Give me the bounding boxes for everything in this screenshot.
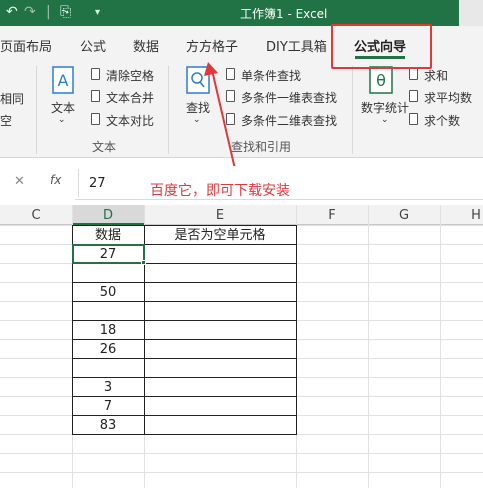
table-border <box>72 225 297 226</box>
title-bar: ↶ ↷ | ⎘ ▾ 工作簿1 - Excel <box>0 0 483 26</box>
tab-data[interactable]: 数据 <box>133 36 159 55</box>
separator-icon: | <box>46 4 51 20</box>
table-border <box>72 339 297 340</box>
column-header-c[interactable]: C <box>0 208 72 223</box>
table-cell[interactable]: 83 <box>72 416 144 435</box>
highlight-box <box>331 24 432 69</box>
table-header-data[interactable]: 数据 <box>72 226 144 245</box>
selected-cell[interactable] <box>72 244 145 264</box>
table-border <box>72 415 297 416</box>
annotation-text: 百度它，即可下载安装 <box>150 183 290 199</box>
text-button-label: 文本 <box>51 101 76 115</box>
pdf-icon[interactable]: ⎘ <box>60 4 71 20</box>
tab-diy-toolbox[interactable]: DIY工具箱 <box>266 36 327 55</box>
theta-icon: θ <box>369 66 393 94</box>
fill-handle[interactable] <box>141 260 146 265</box>
gridline <box>0 453 483 454</box>
account-area[interactable] <box>459 0 483 26</box>
group-separator <box>352 66 353 154</box>
table-border <box>72 434 297 435</box>
table-cell[interactable]: 50 <box>72 283 144 302</box>
table-cell[interactable]: 26 <box>72 340 144 359</box>
average-button[interactable]: 求平均数 <box>424 89 472 106</box>
column-header-d[interactable]: D <box>72 208 144 223</box>
text-merge-button[interactable]: 文本合并 <box>106 89 154 106</box>
table-border <box>72 377 297 378</box>
tab-fangfang[interactable]: 方方格子 <box>186 36 238 55</box>
table-cell[interactable]: 18 <box>72 321 144 340</box>
tab-formulas[interactable]: 公式 <box>80 36 106 55</box>
undo-icon[interactable]: ↶ <box>6 4 18 20</box>
chevron-down-icon: ⌄ <box>58 115 66 125</box>
gridline <box>440 205 441 488</box>
formula-controls: ✕ fx <box>0 166 75 200</box>
table-border <box>72 396 297 397</box>
number-stats-label: 数字统计 <box>361 101 410 115</box>
sum-button[interactable]: 求和 <box>424 67 448 84</box>
window-title: 工作簿1 - Excel <box>240 7 328 21</box>
table-cell[interactable] <box>72 359 144 378</box>
table-border <box>72 320 297 321</box>
table-border <box>72 301 297 302</box>
column-header-h[interactable]: H <box>440 208 483 223</box>
column-header-g[interactable]: G <box>368 208 440 223</box>
fx-icon[interactable]: fx <box>50 173 61 187</box>
table-header-is-empty[interactable]: 是否为空单元格 <box>144 226 296 245</box>
table-cell[interactable] <box>72 264 144 283</box>
table-cell[interactable] <box>72 302 144 321</box>
formula-value: 27 <box>89 176 106 191</box>
column-header-e[interactable]: E <box>144 208 296 223</box>
svg-text:θ: θ <box>376 71 386 90</box>
tab-page-layout[interactable]: 页面布局 <box>0 36 52 55</box>
sum-icon <box>409 68 418 80</box>
partial-label-1: 相同 <box>0 92 25 106</box>
group-separator <box>36 66 37 154</box>
table-border <box>72 282 297 283</box>
gridline <box>0 472 483 473</box>
text-a-icon: A <box>52 66 74 94</box>
chevron-down-icon: ⌄ <box>381 115 389 125</box>
table-border <box>72 358 297 359</box>
text-compare-button[interactable]: 文本对比 <box>106 112 154 129</box>
text-merge-icon <box>91 90 100 102</box>
table-cell[interactable]: 3 <box>72 378 144 397</box>
average-icon <box>409 90 418 102</box>
count-icon <box>409 113 418 125</box>
svg-text:A: A <box>58 71 69 90</box>
partial-label-2: 空 <box>0 114 13 128</box>
text-group-label: 文本 <box>92 140 117 154</box>
clear-spaces-button[interactable]: 清除空格 <box>106 67 154 84</box>
table-cell[interactable]: 7 <box>72 397 144 416</box>
redo-icon[interactable]: ↷ <box>24 4 36 20</box>
table-border <box>296 225 297 435</box>
count-button[interactable]: 求个数 <box>424 112 460 129</box>
gridline <box>368 205 369 488</box>
column-header-f[interactable]: F <box>296 208 368 223</box>
group-separator <box>168 66 169 154</box>
text-compare-icon <box>91 113 100 125</box>
clear-spaces-icon <box>91 68 100 80</box>
qa-menu-icon[interactable]: ▾ <box>95 7 100 18</box>
cancel-icon[interactable]: ✕ <box>14 174 25 189</box>
